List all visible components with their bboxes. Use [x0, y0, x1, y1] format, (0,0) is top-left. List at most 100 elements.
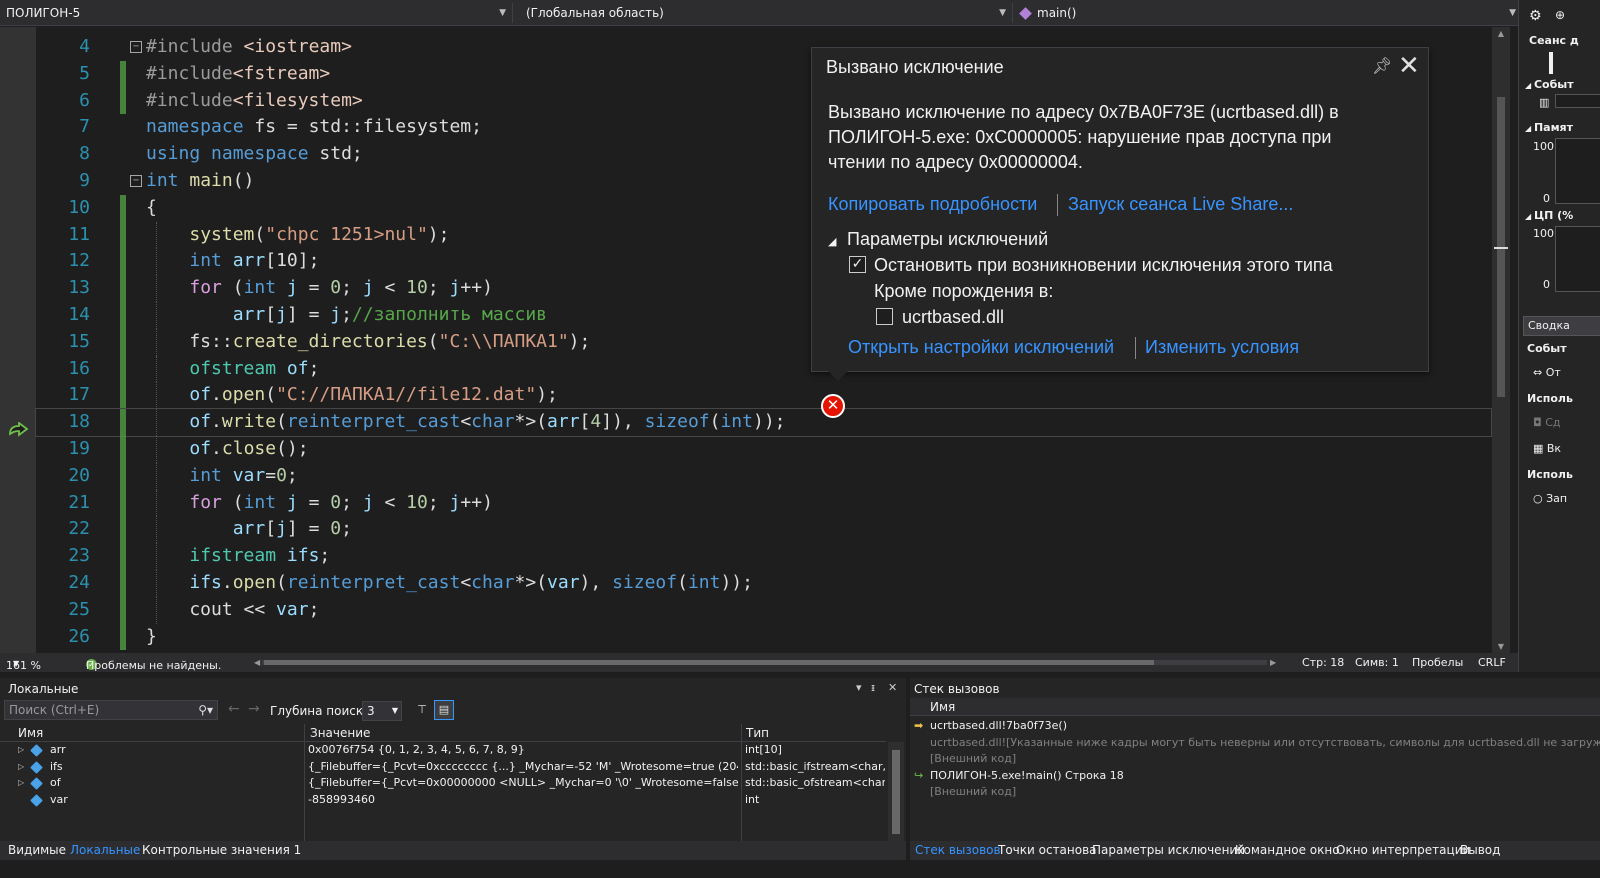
expand-icon[interactable]: ▷ — [18, 759, 24, 776]
code-line[interactable]: 22 arr[j] = 0; — [36, 516, 1491, 544]
scrollbar-thumb[interactable] — [892, 750, 900, 834]
tab-tabs_left-0[interactable]: Видимые — [8, 843, 66, 857]
code-token: [ — [579, 411, 591, 433]
expand-icon[interactable]: ▷ — [18, 775, 24, 792]
cell-type: std::basic_ofstream<char,... — [745, 776, 885, 789]
column-header-name[interactable]: Имя — [18, 724, 43, 742]
memory-graph — [1555, 138, 1600, 204]
tab-tabs_right-4[interactable]: Окно интерпретации — [1336, 843, 1470, 857]
column-header-name[interactable]: Имя — [930, 698, 955, 716]
tab-tabs_right-3[interactable]: Командное окно — [1235, 843, 1340, 857]
exception-title: Вызвано исключение — [826, 57, 1004, 77]
whitespace-indicator[interactable]: Пробелы — [1412, 656, 1463, 669]
scrollbar-thumb[interactable] — [264, 660, 1154, 665]
search-forward-icon[interactable]: → — [248, 701, 260, 717]
copy-details-link[interactable]: Копировать подробности — [828, 194, 1037, 215]
code-token: namespace — [211, 143, 309, 165]
close-icon[interactable]: ✕ — [888, 681, 897, 694]
table-row[interactable]: var -858993460 int — [0, 792, 886, 809]
view-toggle-icon[interactable]: ▤ — [434, 700, 454, 720]
call-stack-frame[interactable]: ➡ ucrtbased.dll!7ba0f73e() — [910, 718, 1600, 735]
code-line[interactable]: 19 of.close(); — [36, 435, 1491, 463]
memory-header[interactable]: ◢ Памят — [1525, 121, 1600, 134]
column-header-type[interactable]: Тип — [746, 724, 769, 742]
call-stack-frame[interactable]: [Внешний код] — [910, 784, 1600, 801]
tab-tabs_right-2[interactable]: Параметры исключений — [1092, 843, 1245, 857]
locals-search-input[interactable]: Поиск (Ctrl+E) ⚲▾ — [4, 700, 218, 720]
code-line[interactable]: 20 int var=0; — [36, 462, 1491, 490]
code-line[interactable]: 23 ifstream ifs; — [36, 543, 1491, 570]
zoom-in-icon[interactable]: ⊕ — [1555, 8, 1600, 22]
tab-summary[interactable]: Сводка — [1523, 316, 1600, 336]
function-dropdown[interactable]: main() ▼ — [1015, 3, 1520, 23]
code-token: using — [146, 143, 201, 165]
code-line[interactable]: 26} — [36, 623, 1491, 651]
call-stack-frame[interactable]: ↪ ПОЛИГОН-5.exe!main() Строка 18 — [910, 768, 1600, 785]
panel-options-icon[interactable]: ▾ — [856, 681, 862, 694]
expand-icon[interactable]: ▷ — [18, 742, 24, 759]
scroll-left-icon[interactable]: ◀ — [254, 658, 260, 667]
tab-tabs_right-5[interactable]: Вывод — [1460, 843, 1500, 857]
search-back-icon[interactable]: ← — [228, 701, 240, 717]
call-stack-frame[interactable]: [Внешний код] — [910, 751, 1600, 768]
locals-vertical-scrollbar[interactable] — [888, 742, 904, 842]
record-profile-item[interactable]: ○ Зап — [1533, 492, 1600, 505]
code-token: char — [471, 571, 515, 593]
code-token: ; — [341, 491, 363, 513]
column-indicator[interactable]: Симв: 1 — [1355, 656, 1399, 669]
column-header-value[interactable]: Значение — [310, 724, 370, 742]
module-checkbox[interactable] — [876, 308, 893, 325]
heap-profiling-item[interactable]: ▦ Вк — [1533, 442, 1600, 455]
scroll-down-icon[interactable]: ▼ — [1492, 642, 1510, 651]
live-share-link[interactable]: Запуск сеанса Live Share... — [1068, 194, 1293, 215]
tab-tabs_left-1[interactable]: Локальные — [70, 843, 140, 857]
code-line[interactable]: 21 for (int j = 0; j < 10; j++) — [36, 489, 1491, 517]
filter-icon[interactable]: ⊤ — [412, 700, 432, 720]
frame-text: [Внешний код] — [930, 752, 1017, 765]
code-line[interactable]: 18 of.write(reinterpret_cast<char*>(arr[… — [35, 408, 1492, 437]
glyph-margin[interactable] — [0, 27, 36, 672]
code-text: ifstream ifs; — [146, 543, 330, 570]
pin-icon[interactable]: ᵻ — [871, 681, 875, 694]
code-line[interactable]: 25 cout << var; — [36, 596, 1491, 624]
close-icon[interactable]: ✕ — [1398, 51, 1420, 81]
open-exception-settings-link[interactable]: Открыть настройки исключений — [848, 337, 1114, 358]
call-stack-frame[interactable]: ucrtbased.dll![Указанные ниже кадры могу… — [910, 735, 1600, 752]
code-token: reinterpret_cast — [286, 571, 461, 593]
break-on-exception-checkbox[interactable]: ✓ — [849, 256, 866, 273]
edit-conditions-link[interactable]: Изменить условия — [1145, 337, 1299, 358]
zoom-dropdown[interactable]: 161 % ▼ — [6, 656, 41, 672]
editor-vertical-scrollbar[interactable]: ▲ ▼ — [1492, 27, 1510, 653]
editor-horizontal-scrollbar[interactable] — [262, 660, 1267, 665]
code-line[interactable]: 24 ifs.open(reinterpret_cast<char*>(var)… — [36, 569, 1491, 597]
line-indicator[interactable]: Стр: 18 — [1302, 656, 1344, 669]
collapse-triangle-icon[interactable]: ◢ — [828, 235, 836, 248]
error-icon[interactable]: ✕ — [821, 394, 845, 418]
table-row[interactable]: ▷ of {_Filebuffer={_Pcvt=0x00000000 <NULL>… — [0, 775, 886, 792]
tab-tabs_left-2[interactable]: Контрольные значения 1 — [142, 843, 301, 857]
pin-icon[interactable]: 📌︎ — [1372, 56, 1392, 75]
code-token: ]), — [601, 411, 645, 433]
frame-text: ucrtbased.dll!7ba0f73e() — [930, 719, 1068, 732]
table-row[interactable]: ▷ ifs {_Filebuffer={_Pcvt=0xcccccccc {...}… — [0, 759, 886, 776]
snapshot-item[interactable]: ◘ Сд — [1533, 416, 1600, 429]
code-line[interactable]: 17 of.open("C://ПАПКА1//file12.dat"); — [36, 382, 1491, 410]
collapse-icon[interactable]: − — [130, 174, 142, 187]
search-icon[interactable]: ⚲▾ — [198, 701, 213, 719]
collapse-icon[interactable]: − — [130, 41, 142, 53]
search-depth-select[interactable]: 3 ▼ — [362, 701, 402, 721]
tab-tabs_right-0[interactable]: Стек вызовов — [915, 843, 1001, 857]
events-header[interactable]: ◢ Событ — [1525, 78, 1600, 91]
tab-tabs_right-1[interactable]: Точки останова — [998, 843, 1097, 857]
table-row[interactable]: ▷ arr 0x0076f754 {0, 1, 2, 3, 4, 5, 6, 7, … — [0, 742, 886, 759]
scope-dropdown[interactable]: (Глобальная область) ▼ — [520, 3, 1010, 23]
scroll-right-icon[interactable]: ▶ — [1270, 658, 1276, 667]
project-dropdown[interactable]: ПОЛИГОН-5 ▼ — [0, 3, 510, 23]
cpu-header[interactable]: ◢ ЦП (% — [1525, 209, 1600, 222]
line-ending-indicator[interactable]: CRLF — [1478, 656, 1506, 669]
scroll-up-icon[interactable]: ▲ — [1492, 29, 1510, 38]
code-token: of — [189, 437, 212, 459]
show-events-item[interactable]: ⇔ От — [1533, 366, 1600, 379]
